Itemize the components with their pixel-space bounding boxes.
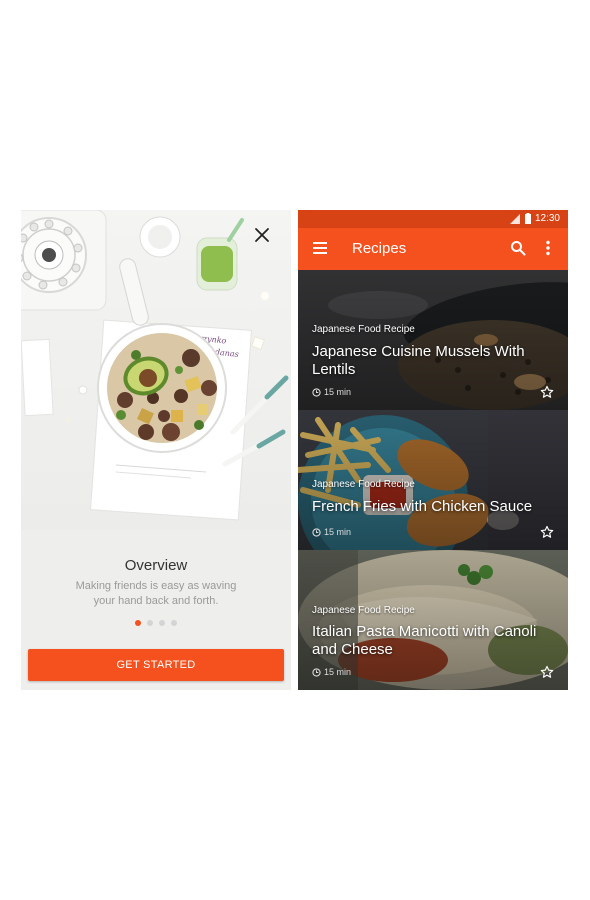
clock-icon — [312, 667, 321, 677]
app-bar: Recipes — [298, 228, 568, 270]
rotary-phone-illustration — [21, 210, 107, 311]
onboarding-title: Overview — [124, 557, 188, 574]
star-icon[interactable] — [540, 525, 554, 544]
recipe-time: 15 min — [324, 667, 352, 677]
recipe-time: 15 min — [324, 527, 352, 537]
recipe-category: Japanese Food Recipe — [312, 479, 415, 490]
recipe-category: Japanese Food Recipe — [312, 324, 415, 335]
status-time: 12:30 — [534, 213, 560, 224]
onboarding-screen: Brzynko randanas Overview Making friends… — [21, 210, 291, 690]
get-started-button[interactable]: GET STARTED — [28, 649, 284, 681]
recipe-title: French Fries with Chicken Sauce — [312, 498, 533, 515]
close-icon[interactable] — [251, 224, 273, 246]
status-bar: 12:30 — [298, 210, 568, 228]
page-dot-1[interactable] — [135, 620, 141, 626]
recipe-title: Japanese Cuisine Mussels With Lentils — [312, 343, 525, 378]
signal-icon — [510, 214, 520, 224]
star-icon[interactable] — [540, 385, 554, 404]
battery-icon — [525, 213, 531, 224]
recipe-title: Italian Pasta Manicotti with Canoli and … — [312, 623, 537, 658]
page-dot-2[interactable] — [147, 620, 153, 626]
recipes-screen: 12:30 Recipes Japanese Food Recipe Japan… — [298, 210, 568, 690]
star-icon[interactable] — [540, 665, 554, 684]
page-dot-4[interactable] — [171, 620, 177, 626]
page-dot-3[interactable] — [159, 620, 165, 626]
page-indicator — [21, 620, 291, 626]
clock-icon — [312, 527, 321, 537]
recipe-category: Japanese Food Recipe — [312, 605, 415, 616]
onboarding-subtitle: Making friends is easy as waving your ha… — [75, 580, 237, 607]
clock-icon — [312, 387, 321, 397]
recipe-card[interactable]: Japanese Food Recipe Japanese Cuisine Mu… — [298, 270, 568, 410]
recipe-card[interactable]: Japanese Food Recipe French Fries with C… — [298, 410, 568, 550]
menu-icon[interactable] — [312, 241, 328, 260]
page-title: Recipes — [352, 240, 407, 257]
hero-image: Brzynko randanas — [21, 210, 291, 530]
more-vert-icon[interactable] — [545, 240, 551, 261]
search-icon[interactable] — [510, 240, 526, 261]
recipe-time: 15 min — [324, 387, 352, 397]
recipe-card[interactable]: Japanese Food Recipe Italian Pasta Manic… — [298, 550, 568, 690]
